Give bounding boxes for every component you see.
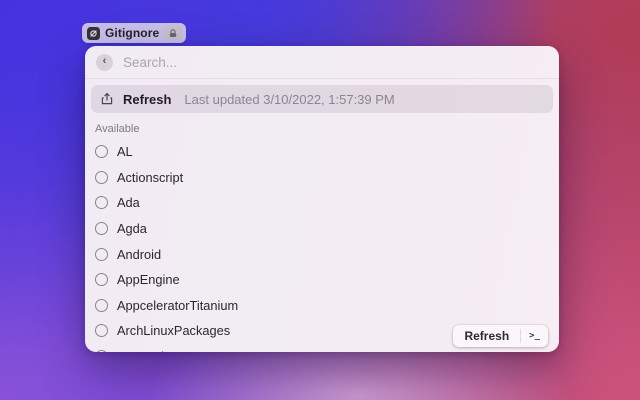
list-item[interactable]: AppceleratorTitanium xyxy=(85,293,559,319)
circle-icon xyxy=(95,298,108,312)
gitignore-icon xyxy=(87,26,100,40)
list-item[interactable]: Actionscript xyxy=(85,165,559,191)
list-item[interactable]: AL xyxy=(85,139,559,165)
list-item-label: AL xyxy=(117,144,133,160)
circle-icon xyxy=(95,222,108,236)
back-button[interactable]: ‹ xyxy=(96,53,113,71)
list-item[interactable]: Agda xyxy=(85,216,559,242)
command-tag[interactable]: Gitignore xyxy=(82,23,187,43)
list-item-label: Ada xyxy=(117,195,140,211)
template-list: AL Actionscript Ada Agda Android AppEngi… xyxy=(85,137,559,352)
terminal-shortcut-button[interactable]: >_ xyxy=(521,325,548,347)
tag-lock-pill xyxy=(164,26,183,40)
refresh-action-button[interactable]: Refresh xyxy=(453,325,520,347)
lock-icon xyxy=(170,28,177,37)
section-header-available: Available xyxy=(95,123,140,135)
circle-icon xyxy=(95,324,108,338)
list-item-label: ArchLinuxPackages xyxy=(117,323,231,339)
refresh-row-detail: Last updated 3/10/2022, 1:57:39 PM xyxy=(184,91,395,107)
circle-icon xyxy=(95,350,108,352)
circle-icon xyxy=(95,145,108,159)
circle-icon xyxy=(95,196,108,210)
list-item-label: Agda xyxy=(117,221,147,237)
action-bar: Refresh >_ xyxy=(453,325,548,347)
list-item-label: Autotools xyxy=(117,349,170,352)
list-item[interactable]: AppEngine xyxy=(85,267,559,293)
list-item[interactable]: Ada xyxy=(85,190,559,216)
list-item-label: Actionscript xyxy=(117,169,184,185)
terminal-icon: >_ xyxy=(529,331,540,341)
circle-icon xyxy=(95,273,108,287)
search-input[interactable] xyxy=(123,54,547,70)
refresh-row-label: Refresh xyxy=(123,91,172,107)
list-item-label: AppEngine xyxy=(117,272,180,288)
circle-icon xyxy=(95,170,108,184)
command-tag-label: Gitignore xyxy=(105,26,160,40)
upload-icon xyxy=(101,93,113,105)
extension-window: ‹ Refresh Last updated 3/10/2022, 1:57:3… xyxy=(85,46,559,352)
circle-icon xyxy=(95,247,108,261)
list-item-label: AppceleratorTitanium xyxy=(117,297,239,313)
list-item[interactable]: Android xyxy=(85,241,559,267)
refresh-list-row[interactable]: Refresh Last updated 3/10/2022, 1:57:39 … xyxy=(91,85,553,113)
search-bar: ‹ xyxy=(85,46,559,79)
list-item-label: Android xyxy=(117,246,162,262)
